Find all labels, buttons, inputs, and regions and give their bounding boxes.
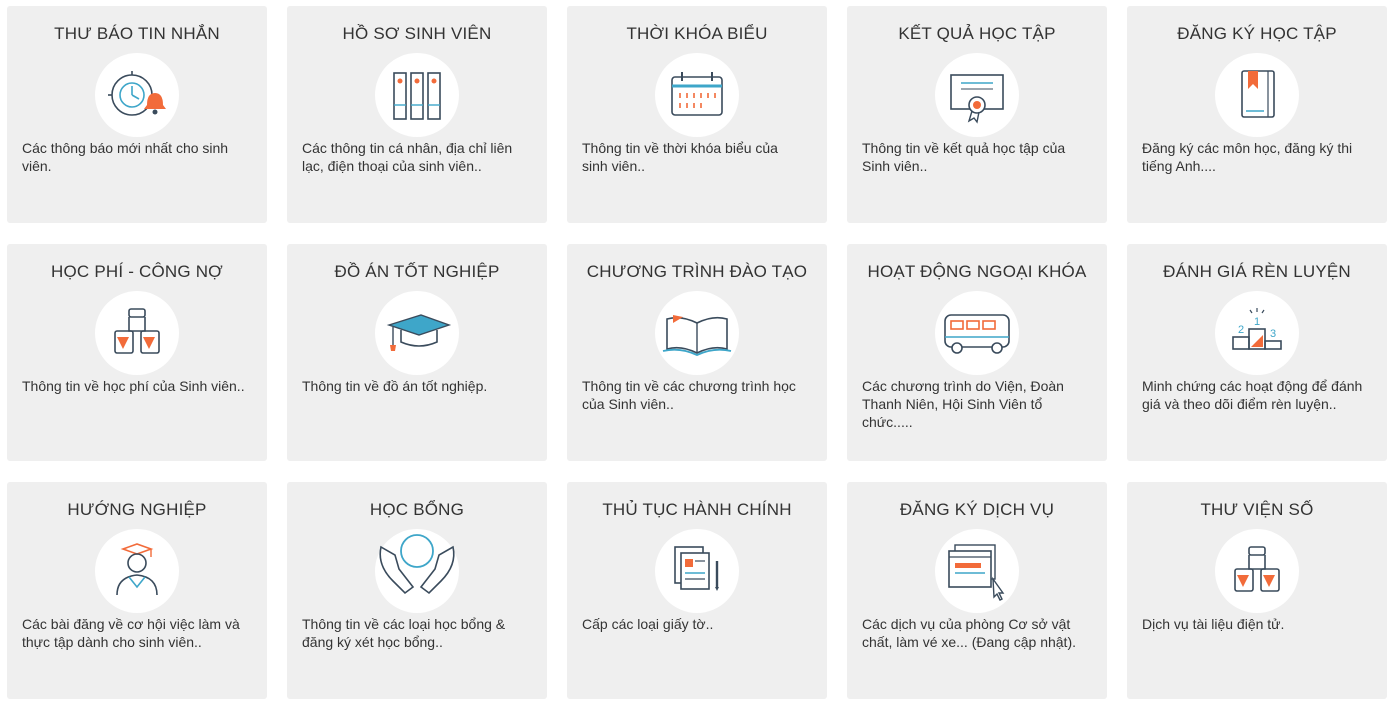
graduation-cap-icon — [375, 291, 459, 375]
binders-icon — [375, 53, 459, 137]
card-title: ĐĂNG KÝ HỌC TẬP — [1177, 24, 1337, 43]
podium-icon: 1 2 3 — [1215, 291, 1299, 375]
card-title: THƯ BÁO TIN NHẮN — [54, 24, 220, 43]
clock-bell-icon — [95, 53, 179, 137]
card-thu-vien-so[interactable]: THƯ VIỆN SỐ Dịch vụ tài liệu điện tử. — [1127, 482, 1387, 699]
card-title: THỜI KHÓA BIỂU — [626, 24, 768, 43]
browser-cursor-icon — [935, 529, 1019, 613]
card-title: HƯỚNG NGHIỆP — [67, 500, 207, 519]
svg-text:1: 1 — [1254, 316, 1260, 328]
card-description: Dịch vụ tài liệu điện tử. — [1142, 616, 1285, 632]
calendar-icon — [655, 53, 739, 137]
svg-text:2: 2 — [1238, 324, 1244, 336]
svg-text:3: 3 — [1270, 328, 1276, 340]
card-description: Thông tin về thời khóa biểu của sinh viê… — [582, 140, 778, 174]
card-hoc-bong[interactable]: HỌC BỔNG Thông tin về các loại học bổng … — [287, 482, 547, 699]
card-thu-bao-tin-nhan[interactable]: THƯ BÁO TIN NHẮN Các thông báo mới nhất … — [7, 6, 267, 223]
card-ket-qua-hoc-tap[interactable]: KẾT QUẢ HỌC TẬP Thông tin về kết quả học… — [847, 6, 1107, 223]
card-hoat-dong-ngoai-khoa[interactable]: HOẠT ĐỘNG NGOẠI KHÓA Các chương trình do… — [847, 244, 1107, 461]
card-description: Các bài đăng về cơ hội việc làm và thực … — [22, 616, 240, 650]
card-title: KẾT QUẢ HỌC TẬP — [898, 24, 1056, 43]
bus-icon — [935, 291, 1019, 375]
dashboard-grid: THƯ BÁO TIN NHẮN Các thông báo mới nhất … — [0, 0, 1394, 709]
card-description: Cấp các loại giấy tờ.. — [582, 616, 714, 632]
card-title: HOẠT ĐỘNG NGOẠI KHÓA — [867, 262, 1087, 281]
card-description: Đăng ký các môn học, đăng ký thi tiếng A… — [1142, 140, 1353, 174]
card-huong-nghiep[interactable]: HƯỚNG NGHIỆP Các bài đăng về cơ hội việc… — [7, 482, 267, 699]
graduate-person-icon — [95, 529, 179, 613]
hands-icon — [375, 529, 459, 613]
card-description: Thông tin về đồ án tốt nghiệp. — [302, 378, 488, 394]
card-description: Thông tin về học phí của Sinh viên.. — [22, 378, 245, 394]
card-title: ĐĂNG KÝ DỊCH VỤ — [899, 500, 1055, 519]
card-description: Thông tin về kết quả học tập của Sinh vi… — [862, 140, 1066, 174]
card-description: Minh chứng các hoạt động để đánh giá và … — [1142, 378, 1363, 412]
card-title: HỒ SƠ SINH VIÊN — [342, 24, 492, 43]
card-title: HỌC BỔNG — [369, 500, 465, 519]
card-title: ĐÁNH GIÁ RÈN LUYỆN — [1163, 262, 1351, 281]
card-title: CHƯƠNG TRÌNH ĐÀO TẠO — [586, 262, 808, 281]
card-description: Các thông báo mới nhất cho sinh viên. — [22, 140, 229, 174]
card-title: THƯ VIỆN SỐ — [1200, 500, 1314, 519]
card-description: Thông tin về các chương trình học của Si… — [582, 378, 796, 412]
card-thoi-khoa-bieu[interactable]: THỜI KHÓA BIỂU Thông tin về thời khóa bi… — [567, 6, 827, 223]
card-description: Thông tin về các loại học bổng & đăng ký… — [302, 616, 506, 650]
jars-icon — [95, 291, 179, 375]
open-book-icon — [655, 291, 739, 375]
card-hoc-phi-cong-no[interactable]: HỌC PHÍ - CÔNG NỢ Thông tin về học phí c… — [7, 244, 267, 461]
card-title: ĐỒ ÁN TỐT NGHIỆP — [334, 262, 500, 281]
documents-pen-icon — [655, 529, 739, 613]
bookmark-book-icon — [1215, 53, 1299, 137]
card-thu-tuc-hanh-chinh[interactable]: THỦ TỤC HÀNH CHÍNH Cấp các loại giấy tờ.… — [567, 482, 827, 699]
card-chuong-trinh-dao-tao[interactable]: CHƯƠNG TRÌNH ĐÀO TẠO Thông tin về các ch… — [567, 244, 827, 461]
card-ho-so-sinh-vien[interactable]: HỒ SƠ SINH VIÊN Các thông tin cá nhân, đ… — [287, 6, 547, 223]
card-title: THỦ TỤC HÀNH CHÍNH — [602, 500, 792, 519]
card-title: HỌC PHÍ - CÔNG NỢ — [51, 262, 223, 281]
card-dang-ky-hoc-tap[interactable]: ĐĂNG KÝ HỌC TẬP Đăng ký các môn học, đăn… — [1127, 6, 1387, 223]
card-danh-gia-ren-luyen[interactable]: ĐÁNH GIÁ RÈN LUYỆN 1 2 3 Minh chứng các … — [1127, 244, 1387, 461]
jars-icon — [1215, 529, 1299, 613]
card-dang-ky-dich-vu[interactable]: ĐĂNG KÝ DỊCH VỤ Các dịch vụ của phòng Cơ… — [847, 482, 1107, 699]
card-description: Các dịch vụ của phòng Cơ sở vật chất, là… — [862, 616, 1076, 650]
certificate-icon — [935, 53, 1019, 137]
card-description: Các chương trình do Viện, Đoàn Thanh Niê… — [862, 378, 1064, 430]
card-do-an-tot-nghiep[interactable]: ĐỒ ÁN TỐT NGHIỆP Thông tin về đồ án tốt … — [287, 244, 547, 461]
card-description: Các thông tin cá nhân, địa chỉ liên lạc,… — [302, 140, 513, 174]
